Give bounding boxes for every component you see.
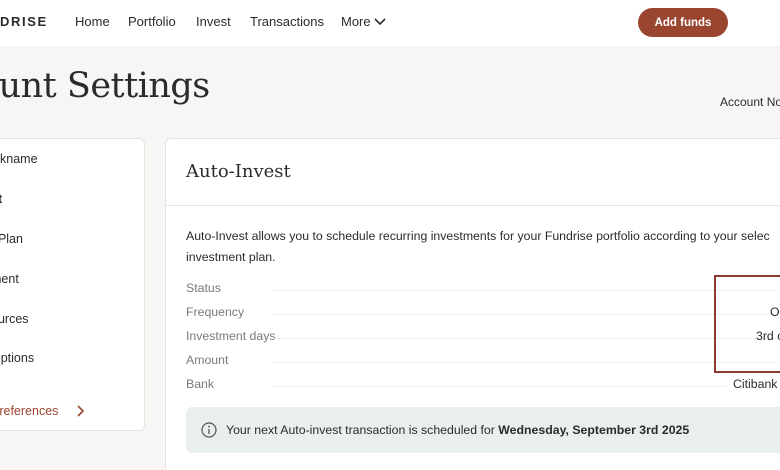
auto-invest-card: Auto-Invest Auto-Invest allows you to sc… (165, 138, 780, 470)
nav-home[interactable]: Home (75, 14, 110, 29)
detail-row-status: Status (186, 281, 780, 297)
nav-more[interactable]: More (341, 14, 371, 29)
highlight-box (714, 275, 780, 373)
notice-date: Wednesday, September 3rd 2025 (498, 423, 690, 437)
add-funds-button[interactable]: Add funds (638, 8, 728, 37)
notice-prefix: Your next Auto-invest transaction is sch… (226, 423, 499, 437)
sidebar-active-indicator (0, 183, 144, 213)
row-leader-line (274, 290, 778, 291)
description-line-1: Auto-Invest allows you to schedule recur… (186, 229, 770, 243)
row-leader-line (274, 314, 778, 315)
detail-row-amount: Amount $ (186, 353, 780, 369)
chevron-down-icon[interactable] (373, 16, 387, 28)
info-icon (201, 422, 217, 438)
sidebar-item-management[interactable]: ment (0, 272, 19, 286)
sidebar-item-preferences[interactable]: Preferences (0, 404, 58, 418)
nav-invest[interactable]: Invest (196, 14, 231, 29)
row-leader-line (274, 338, 778, 339)
bank-value: Citibank Onl (733, 377, 780, 391)
chevron-right-icon[interactable] (75, 405, 85, 417)
sidebar-item-funding-sources[interactable]: ources (0, 312, 29, 326)
page-title: ount Settings (0, 66, 210, 106)
investment-days-label: Investment days (186, 329, 276, 343)
card-title: Auto-Invest (186, 161, 291, 182)
sidebar-item-options[interactable]: Options (0, 351, 34, 365)
detail-row-bank: Bank Citibank Onl (186, 377, 780, 393)
sidebar-item-investment-plan[interactable]: t Plan (0, 232, 23, 246)
frequency-label: Frequency (186, 305, 245, 319)
nav-transactions[interactable]: Transactions (250, 14, 324, 29)
settings-sidebar: ickname st t Plan ment ources Options Pr… (0, 138, 145, 431)
auto-invest-description: Auto-Invest allows you to schedule recur… (186, 226, 780, 268)
next-transaction-notice: Your next Auto-invest transaction is sch… (186, 407, 780, 453)
status-label: Status (186, 281, 221, 295)
row-leader-line (274, 386, 726, 387)
nav-portfolio[interactable]: Portfolio (128, 14, 176, 29)
detail-row-frequency: Frequency Once (186, 305, 780, 321)
bank-label: Bank (186, 377, 215, 391)
brand-logo[interactable]: DRISE (0, 14, 48, 29)
top-navigation: DRISE Home Portfolio Invest Transactions… (0, 0, 780, 46)
amount-label: Amount (186, 353, 229, 367)
detail-row-investment-days: Investment days 3rd of th (186, 329, 780, 345)
description-line-2: investment plan. (186, 250, 276, 264)
divider (166, 205, 780, 206)
account-number-label: Account No (720, 95, 780, 109)
sidebar-item-nickname[interactable]: ickname (0, 152, 38, 166)
row-leader-line (274, 362, 778, 363)
sidebar-item-auto-invest[interactable]: st (0, 192, 2, 206)
notice-text: Your next Auto-invest transaction is sch… (226, 423, 689, 437)
